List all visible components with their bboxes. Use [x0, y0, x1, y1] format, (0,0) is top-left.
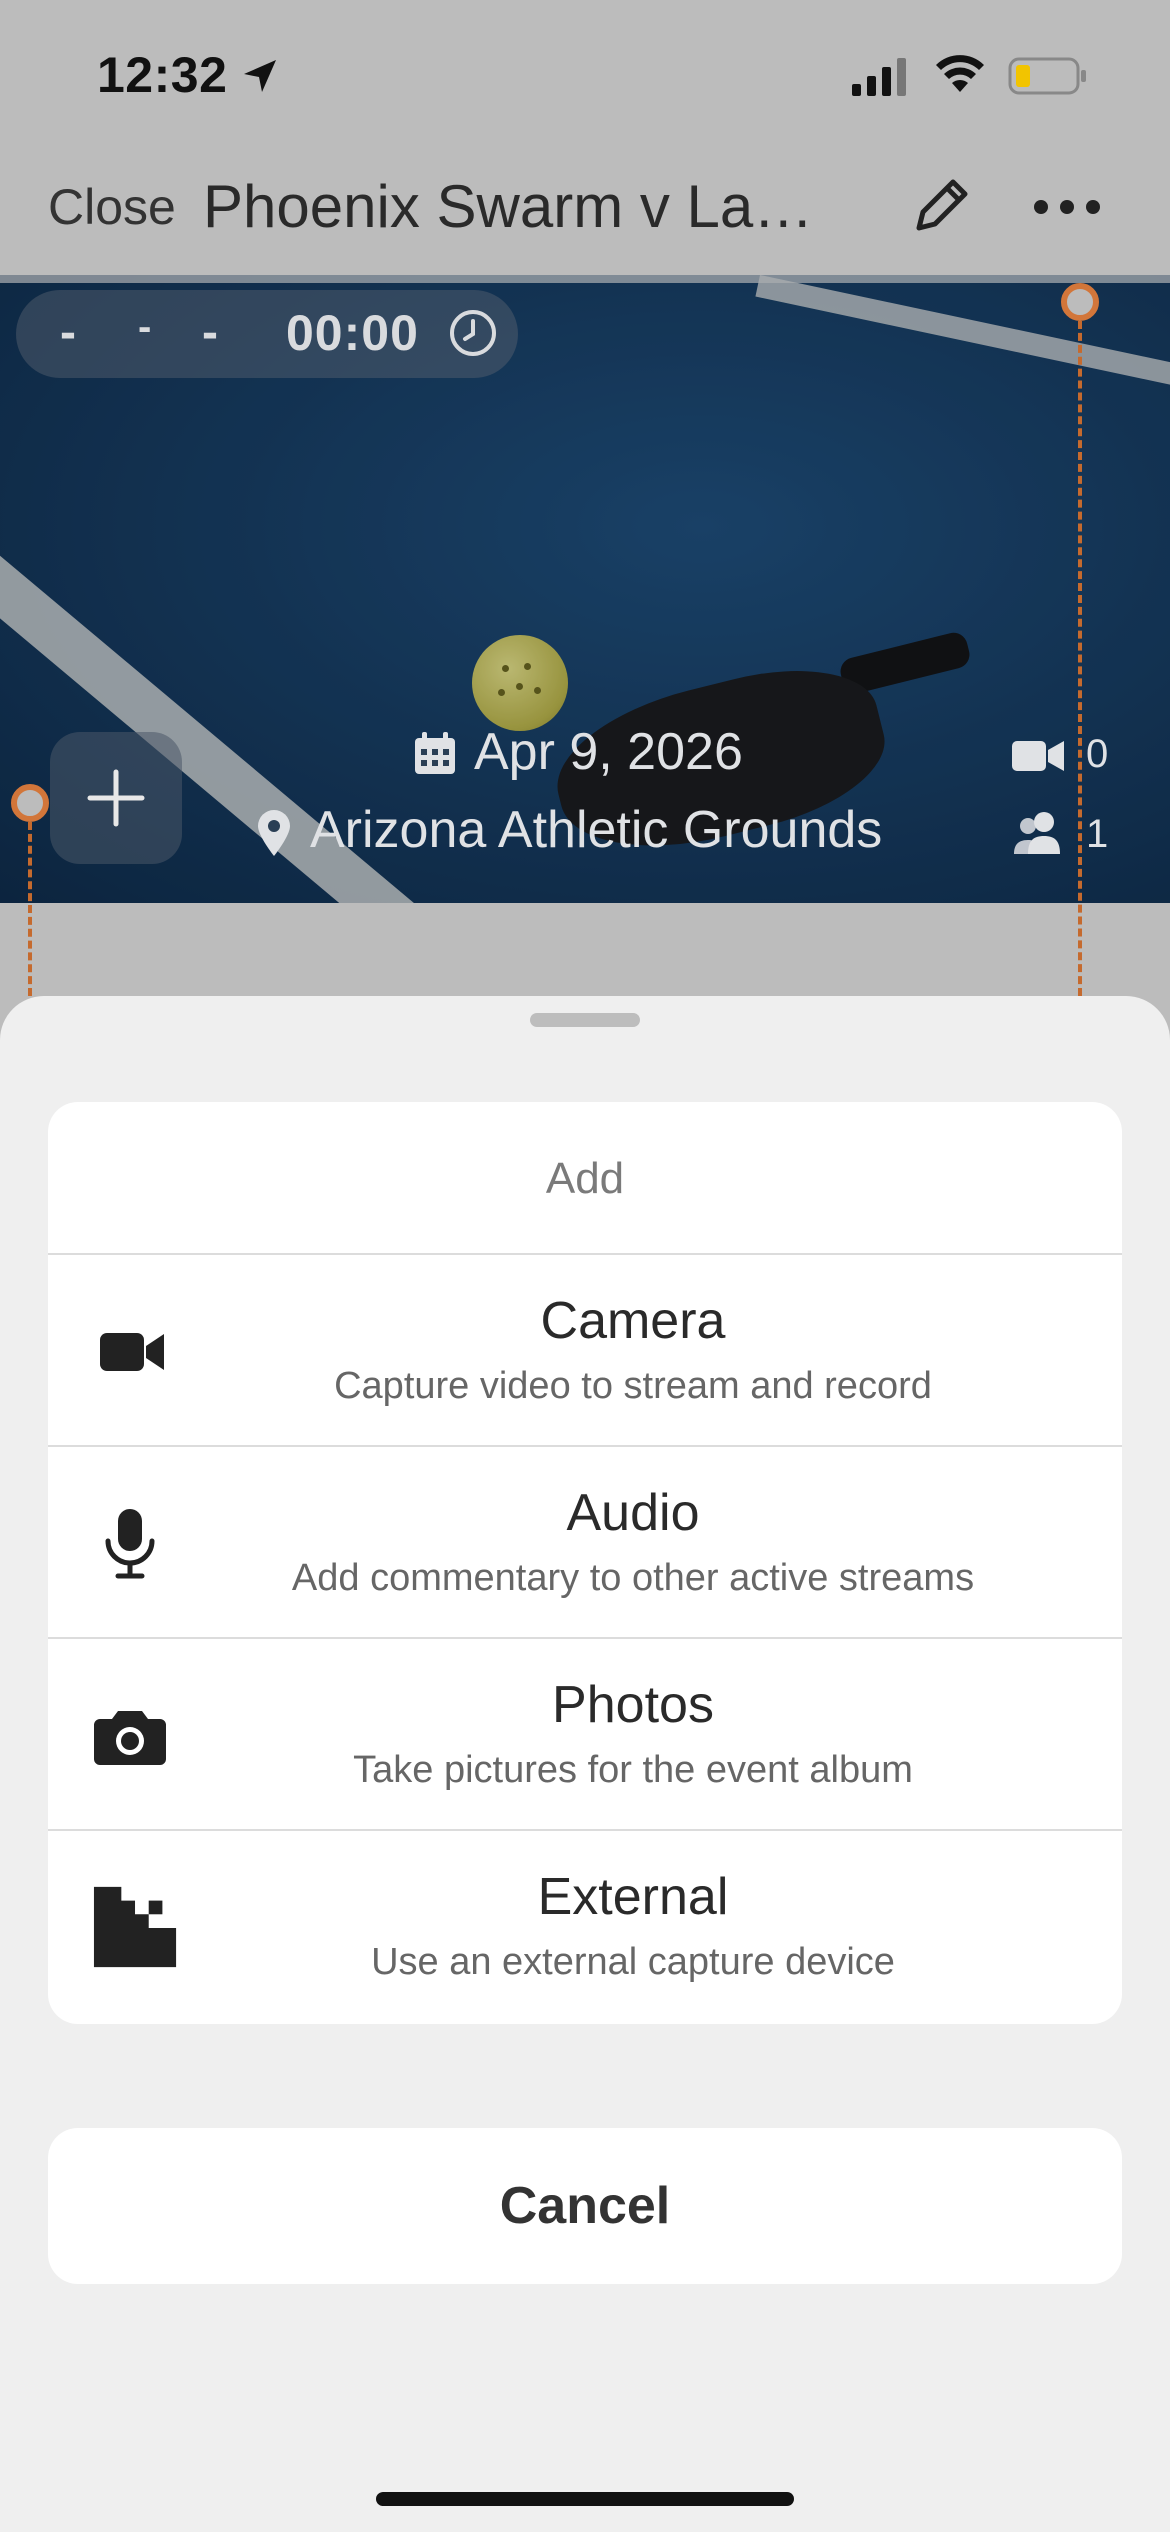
option-audio[interactable]: Audio Add commentary to other active str… [48, 1447, 1122, 1639]
pencil-edit-icon[interactable] [905, 170, 977, 242]
event-venue: Arizona Athletic Grounds [310, 801, 883, 859]
event-title: Phoenix Swarm v Las Vegas [203, 173, 823, 240]
option-title: Camera [540, 1292, 726, 1350]
range-line-right [1078, 321, 1082, 996]
option-camera[interactable]: Camera Capture video to stream and recor… [48, 1255, 1122, 1447]
add-options-card: Add Camera Capture video to stream and r… [48, 1102, 1122, 2024]
wifi-icon [936, 55, 984, 92]
range-line-left [28, 822, 32, 996]
score-left: - [60, 306, 76, 359]
range-marker-right[interactable] [1061, 283, 1099, 321]
option-title: External [537, 1868, 729, 1926]
clock-icon [450, 310, 496, 356]
option-external[interactable]: External Use an external capture device [48, 1831, 1122, 2023]
option-photos[interactable]: Photos Take pictures for the event album [48, 1639, 1122, 1831]
add-button[interactable] [50, 732, 182, 864]
game-timer: 00:00 [286, 305, 419, 361]
cancel-button[interactable]: Cancel [48, 2128, 1122, 2284]
score-right: - [202, 306, 218, 359]
video-count: 0 [1086, 732, 1109, 776]
event-date: Apr 9, 2026 [474, 723, 743, 781]
option-title: Photos [552, 1676, 714, 1734]
plus-icon [87, 769, 145, 827]
location-pin-icon [258, 810, 290, 856]
video-camera-icon [1012, 741, 1064, 771]
status-time: 12:32 [97, 47, 228, 103]
sheet-heading: Add [48, 1102, 1122, 1255]
score-separator: - [138, 305, 152, 349]
option-subtitle: Add commentary to other active streams [291, 1557, 975, 1599]
participants-icon [1014, 812, 1060, 854]
home-indicator[interactable] [376, 2492, 794, 2506]
location-arrow-icon [244, 60, 276, 92]
cellular-signal-icon [852, 58, 906, 96]
range-marker-left[interactable] [11, 784, 49, 822]
scoreboard-pill[interactable] [16, 290, 518, 378]
more-options-icon[interactable] [1032, 196, 1102, 218]
close-button[interactable]: Close [48, 178, 176, 236]
battery-icon [1008, 57, 1086, 95]
participant-count: 1 [1086, 812, 1109, 856]
calendar-icon [415, 732, 455, 774]
option-subtitle: Capture video to stream and record [334, 1365, 932, 1407]
option-subtitle: Use an external capture device [371, 1941, 895, 1983]
sheet-grabber[interactable] [530, 1013, 640, 1027]
option-title: Audio [566, 1484, 700, 1542]
option-subtitle: Take pictures for the event album [353, 1749, 913, 1791]
